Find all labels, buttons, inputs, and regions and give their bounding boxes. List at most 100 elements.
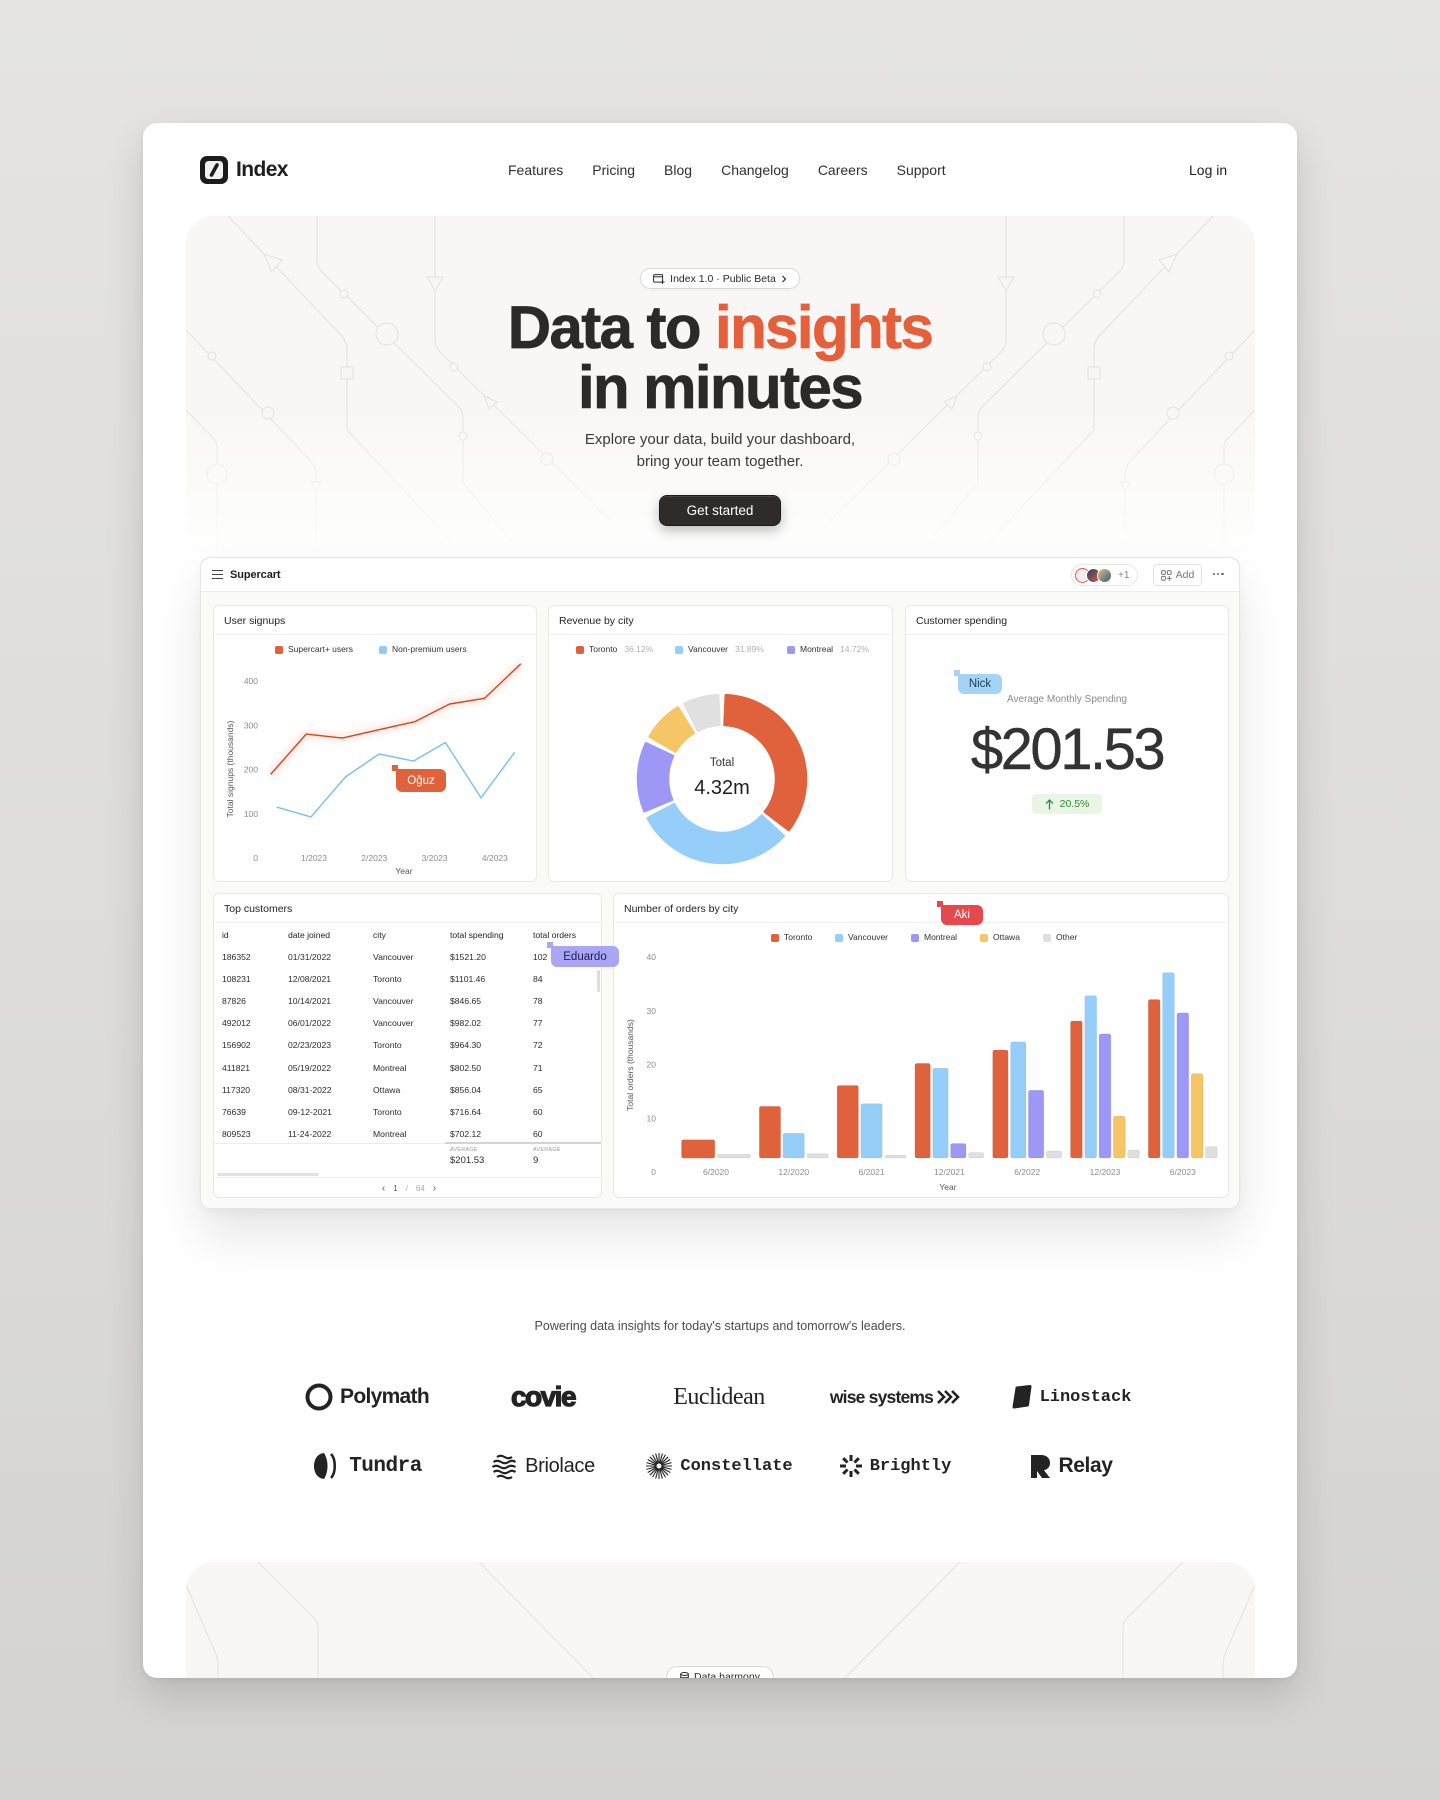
dashboard-header: Supercart +1 Add xyxy=(201,558,1239,592)
x-axis-title: Year xyxy=(939,1182,956,1192)
cell-total-spending: $982.02 xyxy=(450,1018,482,1029)
more-options-icon[interactable] xyxy=(1213,573,1224,576)
nav-link-blog[interactable]: Blog xyxy=(664,161,692,179)
brand-home-link[interactable]: Index xyxy=(200,156,288,184)
cell-city: Toronto xyxy=(373,1106,402,1117)
get-started-button[interactable]: Get started xyxy=(659,495,781,526)
vertical-scrollbar[interactable] xyxy=(597,970,600,992)
relay-r-icon xyxy=(1031,1454,1051,1478)
section-badge[interactable]: Data harmony xyxy=(666,1666,774,1678)
donut-chart: Total 4.32m xyxy=(636,693,808,865)
cursor-name: Nick xyxy=(968,678,992,690)
column-header-total-spending[interactable]: total spending xyxy=(450,929,504,941)
window-plus-icon xyxy=(653,273,665,284)
column-header-id[interactable]: id xyxy=(222,929,229,941)
cell-date-joined: 01/31/2022 xyxy=(288,952,332,962)
data-point-non-premium-users xyxy=(309,814,314,819)
bar-montreal-12-2023 xyxy=(1098,1033,1112,1159)
y-tick-label: 0 xyxy=(253,853,258,863)
logo-name: Relay xyxy=(1058,1454,1113,1477)
subtitle-line-1: Explore your data, build your dashboard, xyxy=(584,431,856,448)
section-badge-text: Data harmony xyxy=(694,1671,760,1678)
table-row[interactable]: 108231 12/08/2021 Toronto $1101.46 84 xyxy=(214,973,601,985)
cell-date-joined: 10/14/2021 xyxy=(288,996,332,1007)
donut-slice-ottawa xyxy=(648,706,695,753)
logo-polymath: Polymath xyxy=(279,1373,455,1421)
bar-other-12-2020 xyxy=(806,1153,829,1159)
nav-link-careers[interactable]: Careers xyxy=(818,161,868,179)
logo-briolace: Briolace xyxy=(455,1442,631,1490)
cursor-pointer-icon xyxy=(547,942,553,948)
y-axis-title: Total orders (thousands) xyxy=(625,1019,635,1111)
logo-name: Euclidean xyxy=(673,1383,765,1410)
cell-id: 108231 xyxy=(222,974,251,985)
bar-other-6-2022 xyxy=(1045,1150,1063,1159)
cell-id: 492012 xyxy=(222,1018,251,1029)
cursor-name: Oğuz xyxy=(407,774,435,787)
y-tick-label: 300 xyxy=(244,720,258,730)
column-header-date-joined[interactable]: date joined xyxy=(288,929,330,941)
collaborators-pill[interactable]: +1 xyxy=(1071,564,1138,586)
table-row[interactable]: 809523 11-24-2022 Montreal $702.12 60 xyxy=(214,1128,601,1140)
table-row[interactable]: 76639 09-12-2021 Toronto $716.64 60 xyxy=(214,1106,601,1118)
x-tick-label: 3/2023 xyxy=(422,853,448,863)
nav-link-support[interactable]: Support xyxy=(897,161,946,179)
cell-total-spending: $846.65 xyxy=(450,996,482,1007)
x-tick-label: 4/2023 xyxy=(482,853,508,863)
column-header-total-orders[interactable]: total orders xyxy=(533,929,576,941)
y-tick-label: 0 xyxy=(651,1167,656,1177)
horizontal-scrollbar[interactable] xyxy=(217,1173,319,1176)
logo-wise-systems: wise systems xyxy=(807,1373,983,1421)
bar-montreal-12-2021 xyxy=(950,1143,967,1159)
table-row[interactable]: 492012 06/01/2022 Vancouver $982.02 77 xyxy=(214,1017,601,1029)
avatar xyxy=(1097,567,1112,583)
donut-center-label: Total xyxy=(710,757,734,769)
landing-page-window: Index Features Pricing Blog Changelog Ca… xyxy=(143,123,1297,1678)
bar-toronto-6-2021 xyxy=(836,1085,859,1159)
menu-icon[interactable] xyxy=(212,570,223,579)
collaborator-cursor-eduardo: Eduardo xyxy=(547,942,619,967)
nav-link-pricing[interactable]: Pricing xyxy=(592,161,635,179)
table-row[interactable]: 87826 10/14/2021 Vancouver $846.65 78 xyxy=(214,995,601,1007)
panel-divider xyxy=(906,634,1228,635)
data-point-non-premium-users xyxy=(274,805,279,810)
table-row[interactable]: 117320 08/31-2022 Ottawa $856.04 65 xyxy=(214,1084,601,1096)
line-chart: 0 100 200 300 400 1/2023 2/2023 3/2023 4/2023 Yea… xyxy=(225,660,524,876)
cell-total-orders: 102 xyxy=(533,952,548,962)
change-value: 20.5% xyxy=(1059,798,1090,810)
hero-subtitle: Explore your data, build your dashboard,… xyxy=(143,429,1297,473)
cell-id: 87826 xyxy=(222,996,246,1007)
table-row[interactable]: 411821 05/19/2022 Montreal $802.50 71 xyxy=(214,1062,601,1074)
cell-city: Vancouver xyxy=(373,952,414,962)
user-signups-panel: User signups Supercart+ users Non-premiu… xyxy=(213,605,537,882)
add-widget-button[interactable]: Add xyxy=(1153,564,1202,586)
cell-total-orders: 77 xyxy=(533,1018,543,1029)
cell-total-spending: $856.04 xyxy=(450,1084,482,1095)
release-badge-link[interactable]: Index 1.0 · Public Beta xyxy=(640,268,800,289)
table-row[interactable]: 186352 01/31/2022 Vancouver $1521.20 102 xyxy=(214,951,601,963)
top-customers-panel: Top customers id date joined city total spe… xyxy=(213,893,602,1198)
panel-title: Customer spending xyxy=(916,615,1008,627)
y-tick-label: 100 xyxy=(244,809,258,819)
x-tick-label: 6/2020 xyxy=(703,1167,729,1177)
current-page: 1 xyxy=(393,1184,398,1193)
previous-page-icon[interactable]: ‹ xyxy=(382,1183,385,1194)
panel-title: Top customers xyxy=(224,903,293,915)
data-point-supercart-users xyxy=(304,732,309,737)
nav-link-changelog[interactable]: Changelog xyxy=(721,161,789,179)
column-header-city[interactable]: city xyxy=(373,929,386,941)
table-row[interactable]: 156902 02/23/2023 Toronto $964.30 72 xyxy=(214,1039,601,1051)
next-section-background xyxy=(186,1562,1255,1678)
cursor-name: Eduardo xyxy=(563,950,607,963)
next-page-icon[interactable]: › xyxy=(433,1183,436,1194)
login-link[interactable]: Log in xyxy=(1189,161,1227,179)
donut-slice-toronto xyxy=(723,693,808,832)
bar-other-12-2023 xyxy=(1127,1149,1140,1159)
bar-other-6-2021 xyxy=(884,1154,907,1159)
tundra-moon-icon xyxy=(314,1453,337,1479)
bar-other-6-2020 xyxy=(716,1153,752,1159)
footer-orders-label: AVERAGE xyxy=(533,1147,561,1153)
cell-id: 76639 xyxy=(222,1106,246,1117)
triple-chevron-icon xyxy=(937,1390,960,1404)
nav-link-features[interactable]: Features xyxy=(508,161,563,179)
